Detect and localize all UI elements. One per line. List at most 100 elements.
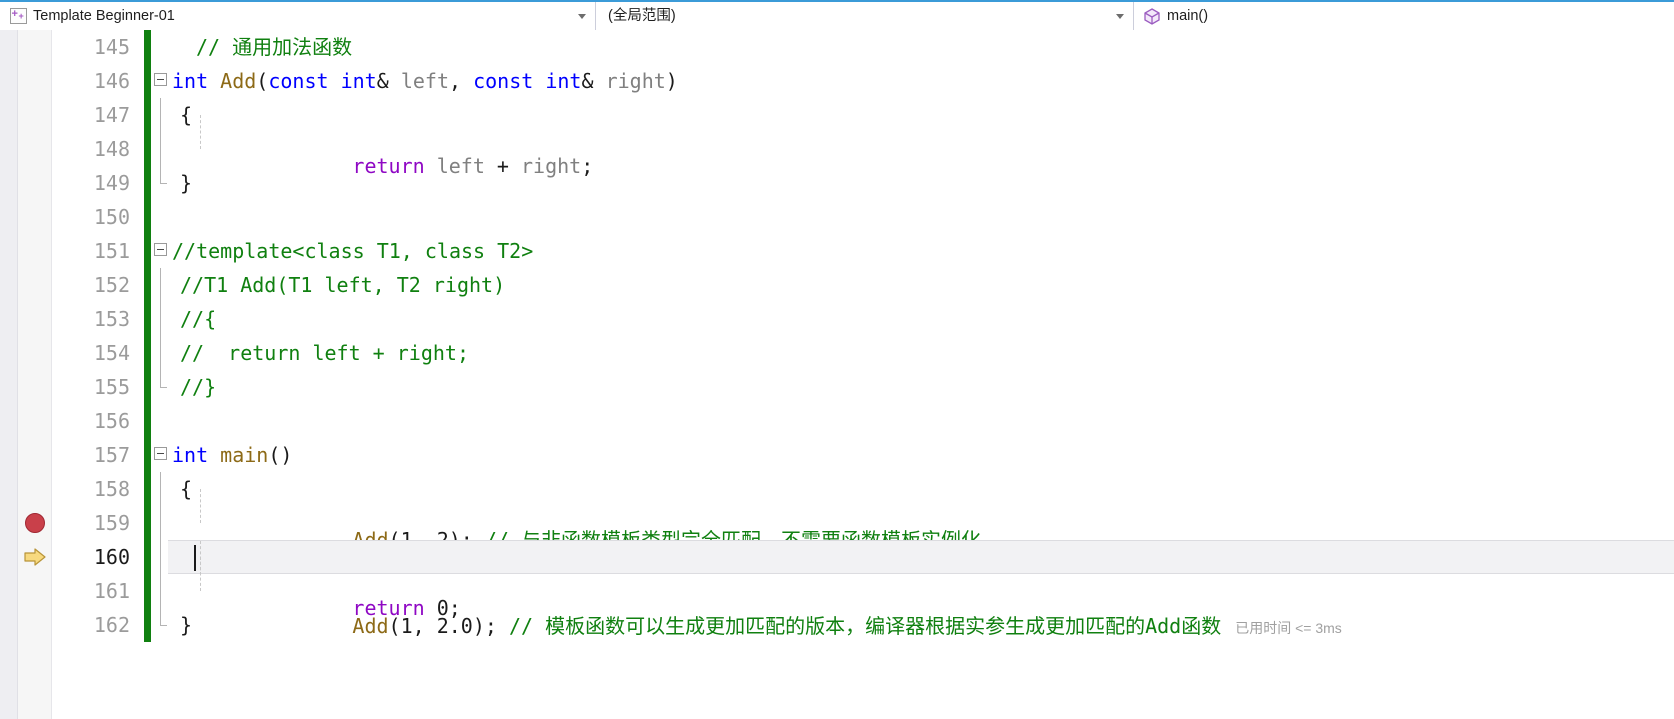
visual-studio-editor-window: + + Template Beginner-01 (全局范围) main() 1… bbox=[0, 0, 1674, 719]
line-number: 157 bbox=[93, 443, 130, 467]
code-line[interactable]: 156 bbox=[52, 404, 1674, 438]
fold-guide-line bbox=[160, 472, 161, 506]
fold-column[interactable] bbox=[144, 438, 168, 472]
code-line[interactable]: 162 } bbox=[52, 608, 1674, 642]
token-punctuation: & bbox=[376, 69, 389, 93]
change-indicator-bar bbox=[144, 98, 151, 132]
code-line[interactable]: 145 // 通用加法函数 bbox=[52, 30, 1674, 64]
fold-column bbox=[144, 472, 168, 506]
editor-navigation-bar: + + Template Beginner-01 (全局范围) main() bbox=[0, 0, 1674, 30]
token-comment: //{ bbox=[180, 307, 217, 331]
token-function: main bbox=[208, 443, 269, 467]
fold-column bbox=[144, 574, 168, 608]
line-number: 149 bbox=[93, 171, 130, 195]
line-number: 147 bbox=[93, 103, 130, 127]
line-number: 158 bbox=[93, 477, 130, 501]
fold-column bbox=[144, 370, 168, 404]
member-dropdown-label: main() bbox=[1167, 8, 1209, 24]
change-indicator-bar bbox=[144, 540, 151, 574]
code-line[interactable]: 150 bbox=[52, 200, 1674, 234]
fold-column bbox=[144, 506, 168, 540]
change-indicator-bar bbox=[144, 200, 151, 234]
token-keyword: int bbox=[328, 69, 377, 93]
token-brace: } bbox=[180, 613, 193, 637]
token-comment: //T1 Add(T1 left, T2 right) bbox=[180, 273, 506, 297]
indent-guide bbox=[200, 489, 201, 523]
change-indicator-bar bbox=[144, 506, 151, 540]
fold-guide-line bbox=[160, 98, 161, 132]
change-indicator-bar bbox=[144, 608, 151, 642]
change-indicator-bar bbox=[144, 472, 151, 506]
token-comment: //template<class T1, class T2> bbox=[172, 239, 534, 263]
line-number: 156 bbox=[93, 409, 130, 433]
code-line[interactable]: 149 } bbox=[52, 166, 1674, 200]
change-indicator-bar bbox=[144, 166, 151, 200]
indent-guide bbox=[200, 115, 201, 149]
code-line-breakpoint[interactable]: 159 Add(1, 2); // 与非函数模板类型完全匹配，不需要函数模板实例… bbox=[52, 489, 1674, 552]
fold-guide-line bbox=[160, 132, 161, 166]
chevron-down-icon-scope[interactable] bbox=[1107, 2, 1133, 30]
code-line[interactable]: 146 int Add(const int& left, const int& … bbox=[52, 64, 1674, 98]
fold-guide-line bbox=[160, 302, 161, 336]
indent-guide bbox=[200, 557, 201, 591]
change-indicator-bar bbox=[144, 404, 151, 438]
token-punctuation: ( bbox=[256, 69, 269, 93]
code-line[interactable]: 152 //T1 Add(T1 left, T2 right) bbox=[52, 268, 1674, 302]
scope-dropdown-label: (全局范围) bbox=[608, 8, 676, 24]
line-number: 159 bbox=[93, 511, 130, 535]
line-number: 162 bbox=[93, 613, 130, 637]
code-line[interactable]: 154 // return left + right; bbox=[52, 336, 1674, 370]
glyph-margin[interactable] bbox=[18, 30, 52, 719]
code-line[interactable]: 148 return left + right; bbox=[52, 115, 1674, 178]
code-line[interactable]: 151 //template<class T1, class T2> bbox=[52, 234, 1674, 268]
project-dropdown-label: Template Beginner-01 bbox=[33, 8, 175, 24]
code-line[interactable]: 161 return 0; bbox=[52, 557, 1674, 620]
project-dropdown[interactable]: + + Template Beginner-01 bbox=[0, 2, 596, 30]
code-line[interactable]: 153 //{ bbox=[52, 302, 1674, 336]
fold-column bbox=[144, 268, 168, 302]
token-comment: // return left + right; bbox=[180, 341, 469, 365]
token-variable: left bbox=[388, 69, 449, 93]
fold-guide-line bbox=[160, 268, 161, 302]
change-indicator-bar bbox=[144, 302, 151, 336]
token-keyword: int bbox=[533, 69, 582, 93]
code-line[interactable]: 155 //} bbox=[52, 370, 1674, 404]
token-function: Add bbox=[208, 69, 257, 93]
fold-collapse-icon[interactable] bbox=[154, 447, 167, 460]
line-number: 154 bbox=[93, 341, 130, 365]
code-line-text: //{ bbox=[168, 302, 1674, 336]
code-editor[interactable]: 145 // 通用加法函数 146 int Add(const int& lef… bbox=[0, 30, 1674, 719]
code-line-text: // 通用加法函数 bbox=[168, 30, 1674, 64]
fold-guide-line bbox=[160, 336, 161, 370]
fold-column bbox=[144, 132, 168, 166]
code-line-text: //template<class T1, class T2> bbox=[168, 234, 1674, 268]
line-number: 146 bbox=[93, 69, 130, 93]
fold-collapse-icon[interactable] bbox=[154, 73, 167, 86]
fold-guide-line-end bbox=[160, 608, 167, 626]
code-line-text: } bbox=[168, 166, 1674, 200]
token-keyword: int bbox=[172, 69, 209, 93]
fold-column bbox=[144, 540, 168, 574]
breakpoint-indicator[interactable] bbox=[25, 513, 45, 533]
token-comment: // 通用加法函数 bbox=[196, 35, 353, 59]
chevron-down-icon-project[interactable] bbox=[569, 2, 595, 30]
scope-dropdown[interactable]: (全局范围) bbox=[596, 2, 1134, 30]
change-indicator-bar bbox=[144, 574, 151, 608]
fold-collapse-icon[interactable] bbox=[154, 243, 167, 256]
code-line[interactable]: 157 int main() bbox=[52, 438, 1674, 472]
fold-column[interactable] bbox=[144, 64, 168, 98]
code-line-text: int Add(const int& left, const int& righ… bbox=[168, 64, 1674, 98]
selection-margin bbox=[0, 30, 18, 719]
change-indicator-bar bbox=[144, 370, 151, 404]
member-dropdown[interactable]: main() bbox=[1134, 2, 1674, 30]
token-brace: } bbox=[180, 171, 193, 195]
token-keyword: const bbox=[268, 69, 329, 93]
fold-guide-line bbox=[160, 506, 161, 540]
fold-column[interactable] bbox=[144, 234, 168, 268]
fold-column bbox=[144, 302, 168, 336]
line-number: 150 bbox=[93, 205, 130, 229]
code-line-text: int main() bbox=[168, 438, 1674, 472]
line-number: 145 bbox=[93, 35, 130, 59]
code-lines-container[interactable]: 145 // 通用加法函数 146 int Add(const int& lef… bbox=[52, 30, 1674, 719]
fold-column bbox=[144, 166, 168, 200]
